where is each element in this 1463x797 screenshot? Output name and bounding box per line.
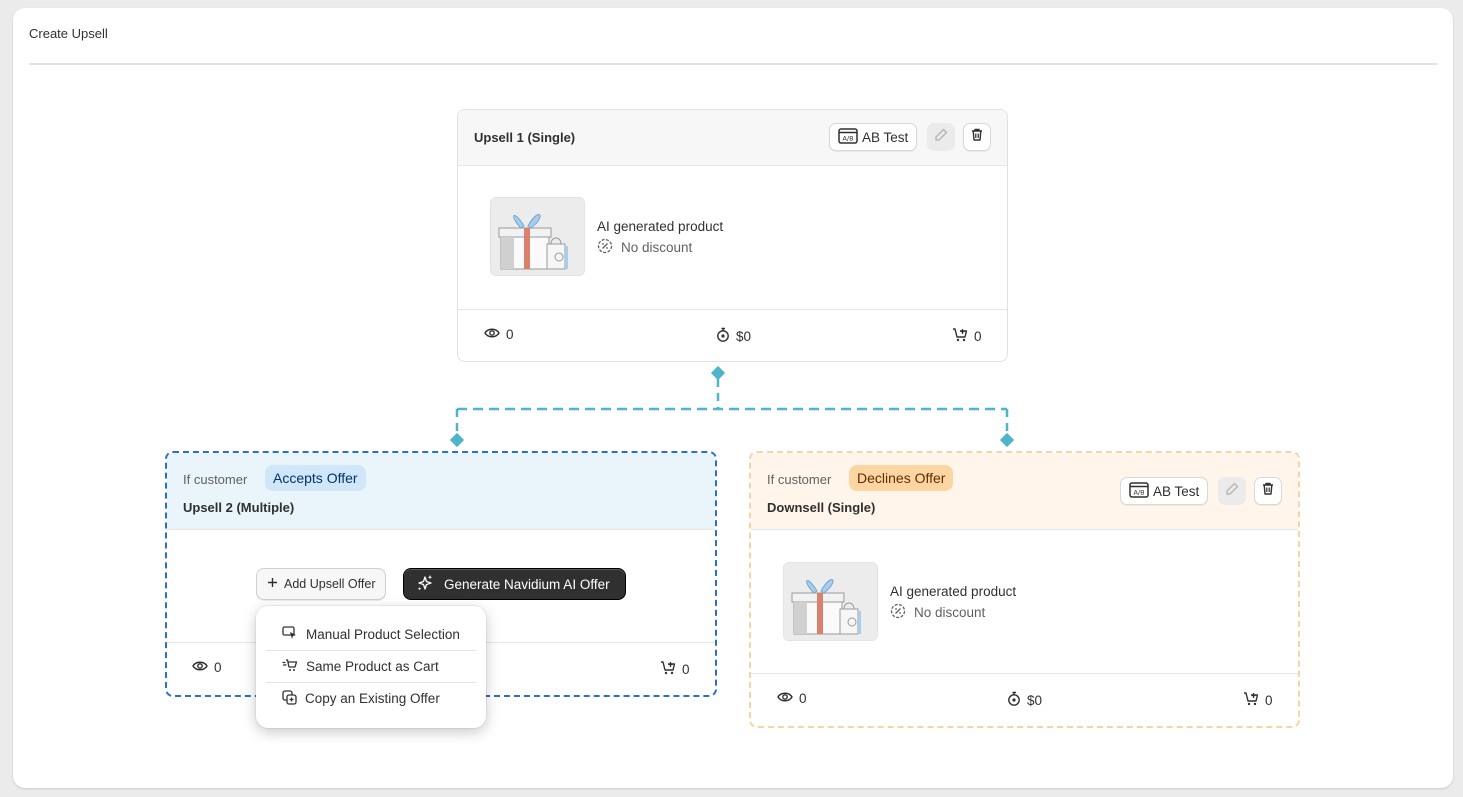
svg-text:A/B: A/B (842, 134, 853, 142)
eye-icon (484, 327, 500, 342)
views-stat: 0 (777, 691, 807, 706)
card-header: If customer Accepts Offer Upsell 2 (Mult… (167, 453, 715, 530)
svg-text:A/B: A/B (1133, 488, 1144, 496)
connector-node-left (449, 432, 465, 448)
add-offer-menu: Manual Product Selection Same Product as… (256, 606, 486, 728)
accepts-offer-badge: Accepts Offer (265, 465, 366, 491)
menu-item-copy-offer[interactable]: Copy an Existing Offer (266, 682, 476, 714)
discount-row: No discount (597, 238, 723, 257)
views-count: 0 (506, 327, 514, 342)
trash-icon (1261, 481, 1275, 501)
edit-button[interactable] (1218, 477, 1246, 505)
cart-icon (1243, 691, 1259, 709)
orders-stat: 0 (952, 327, 982, 345)
views-count: 0 (799, 691, 807, 706)
offer-name: Downsell (Single) (767, 500, 876, 515)
plus-icon (267, 577, 278, 591)
ai-offer-label: Generate Navidium AI Offer (444, 576, 610, 592)
product-name: AI generated product (890, 584, 1017, 599)
orders-count: 0 (974, 328, 982, 344)
product-thumbnail (490, 197, 585, 276)
revenue-stat: $0 (716, 327, 751, 345)
product-info: AI generated product No discount (890, 562, 1016, 622)
add-upsell-offer-button[interactable]: Add Upsell Offer (256, 568, 387, 600)
card-header: Upsell 1 (Single) A/B AB Test (458, 110, 1007, 166)
cursor-select-icon (282, 625, 298, 643)
generate-ai-offer-button[interactable]: Generate Navidium AI Offer (403, 568, 626, 600)
revenue-icon (1007, 691, 1021, 709)
ab-test-icon: A/B (1129, 481, 1149, 501)
offer-name: Upsell 2 (Multiple) (183, 500, 295, 515)
menu-item-same-product[interactable]: Same Product as Cart (266, 650, 476, 682)
discount-text: No discount (914, 605, 986, 620)
ab-test-label: AB Test (1153, 483, 1200, 499)
delete-button[interactable] (1254, 477, 1282, 505)
menu-label: Copy an Existing Offer (305, 691, 440, 706)
ab-test-label: AB Test (862, 129, 909, 145)
pencil-icon (934, 128, 948, 147)
menu-label: Same Product as Cart (306, 659, 439, 674)
edit-button[interactable] (927, 123, 955, 151)
revenue-amount: $0 (1027, 692, 1043, 708)
product-name: AI generated product (597, 219, 724, 234)
add-upsell-label: Add Upsell Offer (284, 577, 376, 591)
eye-icon (192, 660, 208, 675)
condition-text: If customer (183, 472, 248, 487)
menu-label: Manual Product Selection (306, 626, 460, 642)
revenue-stat: $0 (1007, 691, 1042, 709)
product-thumbnail (783, 562, 878, 641)
cart-icon (952, 327, 968, 345)
views-stat: 0 (484, 327, 514, 342)
eye-icon (777, 691, 793, 706)
discount-row: No discount (890, 603, 1016, 622)
pencil-icon (1225, 482, 1239, 501)
trash-icon (970, 127, 984, 147)
views-count: 0 (214, 660, 222, 675)
discount-text: No discount (621, 240, 693, 255)
copy-icon (282, 689, 297, 708)
condition-text: If customer (767, 472, 832, 487)
discount-icon (597, 238, 613, 257)
delete-button[interactable] (963, 123, 991, 151)
card-stats: 0 $0 0 (458, 309, 1007, 362)
gift-image-icon (784, 563, 877, 640)
ab-test-button[interactable]: A/B AB Test (829, 123, 918, 151)
connector-node-top (710, 365, 726, 381)
revenue-amount: $0 (736, 328, 752, 344)
product-info: AI generated product No discount (597, 197, 723, 257)
connector-node-right (999, 432, 1015, 448)
orders-stat: 0 (660, 660, 690, 678)
ab-test-button[interactable]: A/B AB Test (1120, 477, 1209, 505)
decline-branch-card: If customer Declines Offer Downsell (Sin… (749, 451, 1300, 728)
orders-stat: 0 (1243, 691, 1273, 709)
ab-test-icon: A/B (838, 127, 858, 147)
product-row[interactable]: AI generated product No discount (783, 562, 1016, 641)
declines-offer-badge: Declines Offer (849, 465, 954, 491)
card-stats: 0 $0 0 (751, 673, 1298, 726)
card-header: If customer Declines Offer Downsell (Sin… (751, 453, 1298, 530)
sparkle-icon (416, 574, 434, 595)
cart-icon (660, 660, 676, 678)
gift-image-icon (491, 198, 584, 275)
orders-count: 0 (682, 661, 690, 677)
product-row[interactable]: AI generated product No discount (490, 197, 723, 276)
revenue-icon (716, 327, 730, 345)
discount-icon (890, 603, 906, 622)
upsell-1-card: Upsell 1 (Single) A/B AB Test AI generat… (457, 109, 1008, 362)
orders-count: 0 (1265, 692, 1273, 708)
cart-fast-icon (282, 658, 298, 675)
views-stat: 0 (192, 660, 222, 675)
menu-item-manual-selection[interactable]: Manual Product Selection (266, 618, 476, 650)
offer-name: Upsell 1 (Single) (474, 130, 576, 145)
